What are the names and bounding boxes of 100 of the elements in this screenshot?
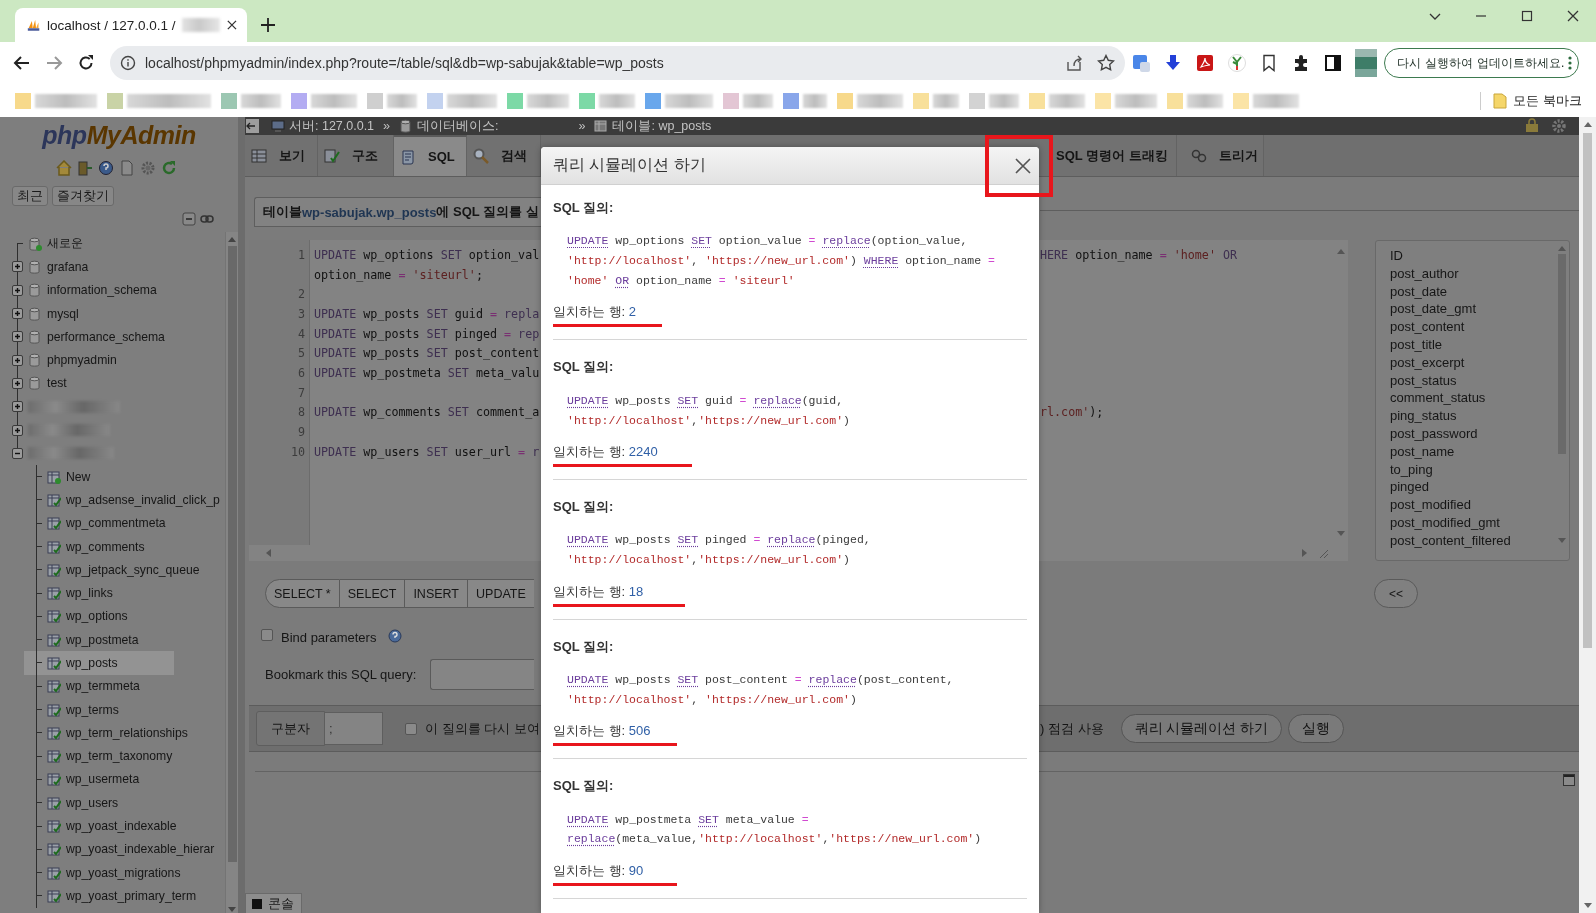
maximize-icon[interactable] xyxy=(1521,10,1533,22)
checkbox[interactable] xyxy=(405,722,417,735)
expand-icon[interactable] xyxy=(12,424,23,436)
column-name[interactable]: post_modified xyxy=(1390,496,1555,514)
blurred-bookmark[interactable] xyxy=(15,91,97,110)
help-icon[interactable] xyxy=(388,629,403,643)
tree-label[interactable]: wp_terms xyxy=(66,702,119,717)
table-link[interactable]: wp-sabujak.wp_posts xyxy=(302,204,437,220)
close-icon[interactable] xyxy=(1567,10,1579,22)
exit-door-icon[interactable] xyxy=(77,160,93,176)
tree-label[interactable]: information_schema xyxy=(47,283,157,298)
translate-icon[interactable] xyxy=(1132,54,1150,72)
blurred-bookmark[interactable] xyxy=(1095,91,1157,110)
tree-label[interactable]: wp_posts xyxy=(66,656,118,670)
insert-column-button[interactable]: << xyxy=(1374,579,1418,608)
tree-label[interactable]: wp_yoast_indexable xyxy=(66,819,177,834)
link-icon[interactable] xyxy=(200,214,214,224)
column-name[interactable]: post_content_filtered xyxy=(1390,531,1555,550)
home-icon[interactable] xyxy=(56,160,72,176)
tree-label[interactable]: wp_links xyxy=(66,586,113,601)
forward-arrow-icon[interactable] xyxy=(45,54,63,72)
back-arrow-icon[interactable] xyxy=(13,54,31,72)
expand-icon[interactable] xyxy=(12,261,23,273)
column-name[interactable]: post_password xyxy=(1390,424,1555,443)
close-button[interactable] xyxy=(1013,155,1033,176)
tree-label[interactable]: wp_term_relationships xyxy=(66,725,188,740)
tree-label[interactable]: mysql xyxy=(47,306,79,321)
nav-button[interactable]: 즐겨찾기 xyxy=(52,186,114,206)
tree-label[interactable]: wp_termmeta xyxy=(66,679,140,694)
bookmark-icon[interactable] xyxy=(1260,54,1278,72)
column-name[interactable]: post_name xyxy=(1390,442,1555,461)
blurred-bookmark[interactable] xyxy=(1167,91,1223,110)
query-template-button[interactable]: SELECT xyxy=(339,579,406,608)
side-panel-icon[interactable] xyxy=(1324,54,1342,72)
nav-button[interactable]: 최근 xyxy=(12,186,48,206)
column-name[interactable]: post_date xyxy=(1390,282,1555,301)
column-list[interactable] xyxy=(1375,240,1570,561)
tree-label[interactable]: wp_users xyxy=(66,795,119,810)
expand-icon[interactable] xyxy=(12,401,23,413)
action-button[interactable]: 쿼리 시뮬레이션 하기 xyxy=(1120,714,1283,743)
reload-icon[interactable] xyxy=(77,54,95,72)
document-icon[interactable] xyxy=(119,160,135,176)
star-icon[interactable] xyxy=(1097,54,1115,72)
puzzle-icon[interactable] xyxy=(1292,54,1310,72)
tree-label[interactable]: performance_schema xyxy=(47,329,165,344)
close-icon[interactable] xyxy=(227,19,237,31)
query-template-button[interactable]: UPDATE xyxy=(468,579,534,608)
tree-label[interactable]: wp_options xyxy=(66,609,128,624)
profile-avatar[interactable] xyxy=(1355,49,1377,77)
tree-label[interactable]: wp_usermeta xyxy=(66,772,140,787)
column-name[interactable]: ping_status xyxy=(1390,407,1555,425)
expand-icon[interactable] xyxy=(12,284,23,296)
back-button[interactable] xyxy=(246,119,259,133)
update-button[interactable]: 다시 실행하여 업데이트하세요. xyxy=(1384,48,1579,78)
column-name[interactable]: post_content xyxy=(1390,318,1555,336)
browser-tab[interactable]: localhost / 127.0.0.1 / xyxy=(15,8,247,42)
expand-icon[interactable] xyxy=(12,354,23,366)
query-template-button[interactable]: INSERT xyxy=(405,579,468,608)
scrollbar[interactable] xyxy=(225,232,238,913)
tab[interactable]: SQL xyxy=(394,135,467,176)
bookmark-name-field[interactable] xyxy=(430,659,535,690)
help-icon[interactable] xyxy=(98,160,114,176)
column-name[interactable]: pinged xyxy=(1390,478,1555,497)
tree-label[interactable]: 새로운 xyxy=(47,235,83,253)
tree-label[interactable]: test xyxy=(47,376,67,391)
collapse-all-icon[interactable] xyxy=(182,212,196,226)
tree-label[interactable]: wp_yoast_indexable_hierar xyxy=(66,842,215,857)
breadcrumb-link[interactable]: 테이블: wp_posts xyxy=(612,117,712,135)
tree-label[interactable]: New xyxy=(66,469,91,484)
tree-label[interactable]: wp_adsense_invalid_click_p xyxy=(66,492,220,507)
blurred-bookmark[interactable] xyxy=(969,91,1019,110)
blurred-bookmark[interactable] xyxy=(783,91,827,110)
blurred-bookmark[interactable] xyxy=(367,91,417,110)
blurred-bookmark[interactable] xyxy=(221,91,281,110)
blurred-bookmark[interactable] xyxy=(291,91,357,110)
delimiter-field[interactable]: ; xyxy=(325,712,383,745)
column-name[interactable]: post_status xyxy=(1390,371,1555,390)
column-name[interactable]: post_modified_gmt xyxy=(1390,513,1555,532)
panel-toggle-icon[interactable] xyxy=(1563,774,1575,786)
expand-icon[interactable] xyxy=(12,331,23,343)
tree-label[interactable]: wp_commentmeta xyxy=(66,516,166,531)
tree-label[interactable]: wp_term_taxonomy xyxy=(66,749,173,764)
column-name[interactable]: to_ping xyxy=(1390,460,1555,479)
all-bookmarks-link[interactable]: 모든 북마크 xyxy=(1513,91,1582,110)
tree-label[interactable]: wp_postmeta xyxy=(66,632,139,647)
column-name[interactable]: post_author xyxy=(1390,264,1555,283)
tree-label[interactable]: phpmyadmin xyxy=(47,353,117,368)
column-name[interactable]: post_date_gmt xyxy=(1390,300,1555,319)
tree-label[interactable]: wp_yoast_migrations xyxy=(66,865,181,880)
blurred-bookmark[interactable] xyxy=(1029,91,1085,110)
blurred-bookmark[interactable] xyxy=(1233,91,1299,110)
expand-icon[interactable] xyxy=(12,308,23,320)
blurred-bookmark[interactable] xyxy=(837,91,903,110)
column-name[interactable]: ID xyxy=(1390,247,1555,265)
download-arrow-icon[interactable] xyxy=(1164,54,1182,72)
share-icon[interactable] xyxy=(1065,54,1083,72)
blurred-bookmark[interactable] xyxy=(507,91,569,110)
lock-icon[interactable] xyxy=(1525,118,1539,132)
tree-label[interactable]: wp_yoast_primary_term xyxy=(66,888,197,903)
blurred-bookmark[interactable] xyxy=(579,91,635,110)
